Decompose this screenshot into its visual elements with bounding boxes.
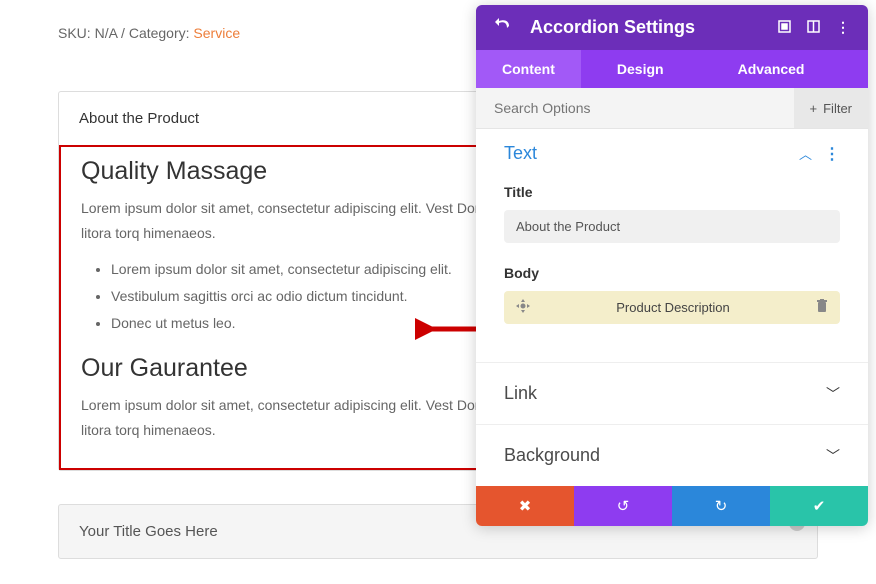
expand-icon[interactable]	[778, 20, 791, 36]
chevron-up-icon[interactable]: ︿	[799, 144, 812, 163]
save-button[interactable]: ✔	[770, 486, 868, 526]
redo-button[interactable]: ↻	[672, 486, 770, 526]
panel-tabs: Content Design Advanced	[476, 50, 868, 88]
panel-footer: ✖ ↺ ↻ ✔	[476, 486, 868, 526]
section-kebab-icon[interactable]: ⋮	[824, 144, 840, 164]
sku-sep: /	[117, 25, 129, 41]
background-section-title: Background	[504, 445, 826, 466]
filter-label: Filter	[823, 101, 852, 116]
undo-icon: ↺	[617, 497, 630, 515]
panel-title: Accordion Settings	[530, 17, 762, 38]
dynamic-icon	[516, 299, 530, 316]
text-section-title: Text	[504, 143, 799, 164]
kebab-menu-icon[interactable]: ⋮	[836, 19, 850, 36]
panel-header[interactable]: Accordion Settings ⋮	[476, 5, 868, 50]
search-row: + Filter	[476, 88, 868, 129]
sku-prefix: SKU:	[58, 25, 95, 41]
trash-icon[interactable]	[816, 299, 828, 316]
background-section[interactable]: Background ﹀	[476, 424, 868, 486]
cancel-button[interactable]: ✖	[476, 486, 574, 526]
tab-content[interactable]: Content	[476, 50, 581, 88]
body-dynamic-block[interactable]: Product Description	[504, 291, 840, 324]
title-input[interactable]	[504, 210, 840, 243]
back-icon[interactable]	[494, 17, 512, 38]
category-label: Category:	[129, 25, 194, 41]
category-link-service[interactable]: Service	[193, 25, 240, 41]
text-section: Text ︿ ⋮ Title Body Product Description	[476, 129, 868, 362]
chevron-down-icon: ﹀	[826, 384, 840, 404]
close-icon: ✖	[519, 497, 532, 515]
tab-advanced[interactable]: Advanced	[712, 50, 831, 88]
chevron-down-icon: ﹀	[826, 446, 840, 466]
link-section-title: Link	[504, 383, 826, 404]
filter-button[interactable]: + Filter	[794, 88, 868, 128]
layout-icon[interactable]	[807, 20, 820, 36]
tab-design[interactable]: Design	[591, 50, 690, 88]
sku-value: N/A	[95, 25, 118, 41]
undo-button[interactable]: ↺	[574, 486, 672, 526]
search-input[interactable]	[476, 88, 794, 128]
check-icon: ✔	[813, 497, 826, 515]
title-field-label: Title	[504, 184, 840, 200]
accordion-settings-panel: Accordion Settings ⋮ Content Design Adva…	[476, 5, 868, 526]
text-section-header[interactable]: Text ︿ ⋮	[504, 143, 840, 164]
body-field-label: Body	[504, 265, 840, 281]
link-section[interactable]: Link ﹀	[476, 362, 868, 424]
accordion-placeholder-title: Your Title Goes Here	[79, 523, 218, 540]
plus-icon: +	[810, 101, 818, 116]
body-block-label: Product Description	[530, 300, 816, 315]
redo-icon: ↻	[715, 497, 728, 515]
